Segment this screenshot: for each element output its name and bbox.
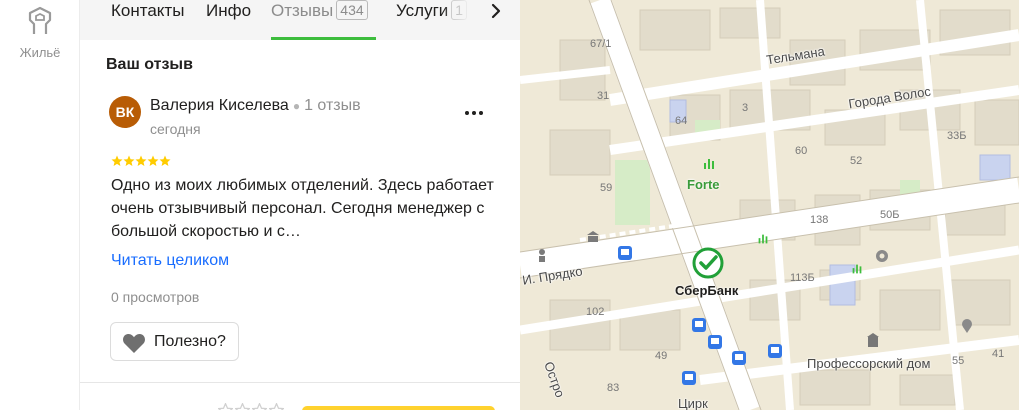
house-number: 102 — [586, 306, 605, 318]
bank-marker-icon[interactable] — [756, 232, 770, 246]
tab-bar: Контакты Инфо Отзывы434 Услуги1 — [80, 0, 520, 40]
organization-panel: Контакты Инфо Отзывы434 Услуги1 Ваш отзы… — [80, 0, 520, 410]
hand-house-icon — [28, 6, 52, 34]
house-number: 113Б — [790, 272, 815, 284]
bus-stop-icon[interactable] — [682, 371, 696, 385]
more-options-icon[interactable] — [461, 100, 487, 126]
bus-stop-icon[interactable] — [708, 335, 722, 349]
tab-label: Отзывы — [271, 1, 334, 20]
bus-stop-icon[interactable] — [618, 246, 632, 260]
house-number: 31 — [597, 90, 610, 102]
star-icon — [111, 155, 123, 166]
tabs-fade — [442, 0, 472, 40]
tab-label: Контакты — [111, 1, 185, 20]
rail-item-label: Жильё — [19, 45, 61, 60]
section-divider — [80, 382, 520, 383]
house-number: 41 — [992, 348, 1005, 360]
house-number: 52 — [850, 155, 863, 167]
bank-marker-icon[interactable] — [850, 262, 864, 276]
tab-reviews[interactable]: Отзывы 434 — [271, 0, 368, 40]
write-review-button[interactable] — [302, 406, 495, 410]
house-number: 138 — [810, 214, 829, 226]
house-number: 55 — [952, 355, 965, 367]
star-outline-icon[interactable] — [218, 403, 233, 410]
sberbank-logo-icon[interactable] — [692, 247, 724, 279]
avatar[interactable]: ВК — [109, 96, 141, 128]
poi-label[interactable]: Профессорский дом — [807, 356, 930, 371]
landmark-icon[interactable] — [586, 230, 600, 242]
house-number: 50Б — [880, 209, 900, 221]
review-date: сегодня — [150, 121, 201, 137]
bus-stop-icon[interactable] — [732, 351, 746, 365]
tabs-scroll-right-button[interactable] — [472, 0, 520, 40]
poi-label[interactable]: СберБанк — [675, 283, 738, 298]
monument-icon[interactable] — [535, 248, 549, 262]
left-rail: Жильё — [0, 0, 80, 410]
review-author[interactable]: Валерия Киселева ● 1 отзыв — [150, 97, 361, 115]
useful-button[interactable]: Полезно? — [110, 322, 239, 361]
useful-label: Полезно? — [154, 333, 226, 350]
map[interactable]: Тельмана Города Волос И. Прядко Остро 67… — [520, 0, 1019, 410]
review-text: Одно из моих любимых отделений. Здесь ра… — [111, 177, 494, 240]
house-number: 33Б — [947, 130, 967, 142]
rating-stars — [111, 155, 171, 167]
bank-marker-icon[interactable] — [701, 156, 717, 172]
star-icon — [159, 155, 171, 166]
star-icon — [147, 155, 159, 166]
separator-dot: ● — [292, 99, 301, 113]
tab-info[interactable]: Инфо — [206, 0, 251, 40]
poi-label[interactable]: Forte — [687, 177, 720, 192]
star-outline-icon[interactable] — [252, 403, 267, 410]
star-outline-icon[interactable] — [269, 403, 284, 410]
bus-stop-icon[interactable] — [768, 344, 782, 358]
tab-label: Услуги — [396, 1, 449, 20]
views-count: 0 просмотров — [111, 289, 200, 305]
house-number: 67/1 — [590, 38, 612, 50]
house-number: 64 — [675, 115, 688, 127]
pin-icon[interactable] — [960, 318, 974, 334]
active-tab-indicator — [271, 37, 376, 40]
house-number: 59 — [600, 182, 613, 194]
heart-icon — [123, 334, 145, 353]
your-review-title: Ваш отзыв — [106, 56, 193, 73]
rate-stars[interactable] — [218, 403, 286, 410]
tab-badge: 434 — [336, 0, 368, 20]
poi-label[interactable]: Цирк — [678, 396, 708, 410]
author-review-count: 1 отзыв — [304, 97, 361, 114]
house-number: 83 — [607, 382, 620, 394]
landmark-icon[interactable] — [866, 332, 880, 348]
house-number: 60 — [795, 145, 808, 157]
author-name: Валерия Киселева — [150, 97, 289, 114]
read-more-link[interactable]: Читать целиком — [111, 252, 229, 270]
star-icon — [123, 155, 135, 166]
rail-item-housing[interactable]: Жильё — [0, 0, 80, 70]
gear-icon[interactable] — [874, 248, 890, 264]
star-icon — [135, 155, 147, 166]
tab-label: Инфо — [206, 1, 252, 20]
chevron-right-icon — [491, 3, 501, 19]
house-number: 3 — [742, 102, 749, 114]
tab-contacts[interactable]: Контакты — [111, 0, 184, 40]
star-outline-icon[interactable] — [235, 403, 250, 410]
bus-stop-icon[interactable] — [692, 318, 706, 332]
house-number: 49 — [655, 350, 668, 362]
